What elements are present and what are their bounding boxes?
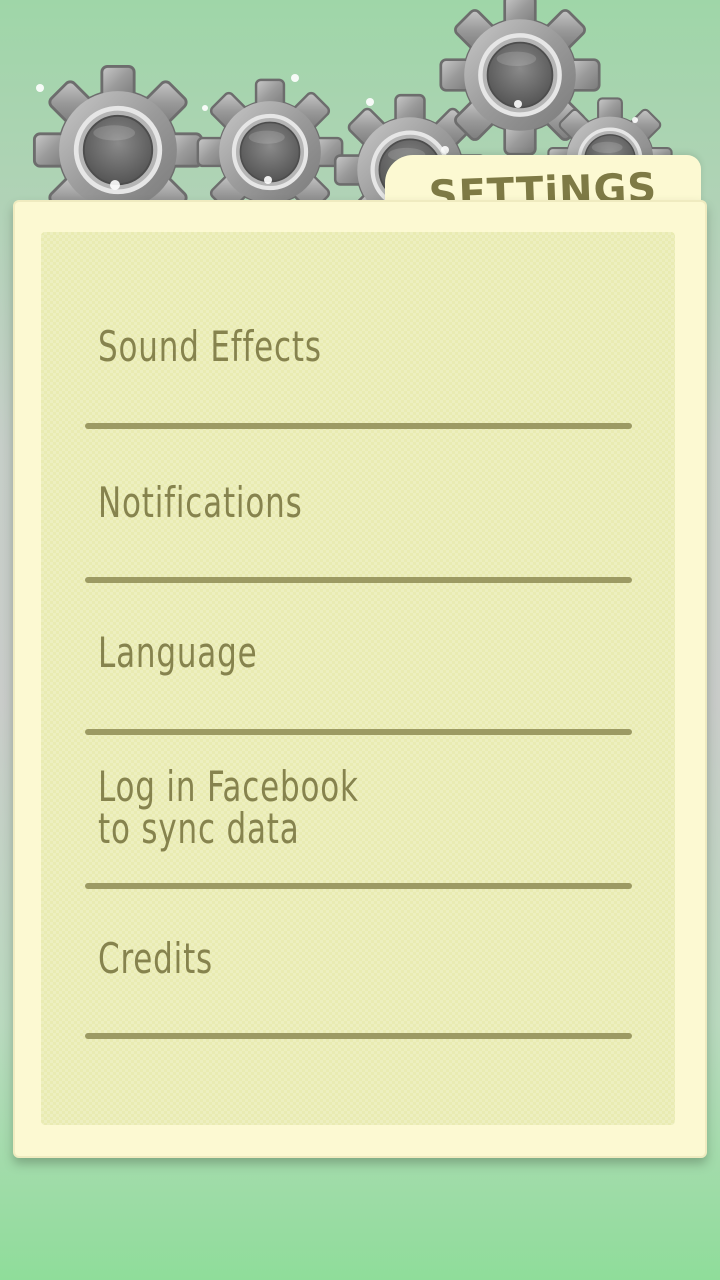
menu-item-label: Notifications: [98, 478, 303, 527]
credits-option[interactable]: Credits: [98, 938, 638, 980]
divider: [85, 1033, 632, 1039]
divider: [85, 423, 632, 429]
divider: [85, 577, 632, 583]
divider: [85, 729, 632, 735]
menu-item-label: Log in Facebook to sync data: [98, 762, 359, 853]
menu-item-label: Credits: [98, 934, 214, 983]
sound-effects-option[interactable]: Sound Effects: [98, 326, 638, 368]
menu-item-label: Sound Effects: [98, 322, 322, 371]
facebook-login-option[interactable]: Log in Facebook to sync data: [98, 766, 638, 850]
menu-item-label: Language: [98, 628, 258, 677]
divider: [85, 883, 632, 889]
notifications-option[interactable]: Notifications: [98, 482, 638, 524]
language-option[interactable]: Language: [98, 632, 638, 674]
